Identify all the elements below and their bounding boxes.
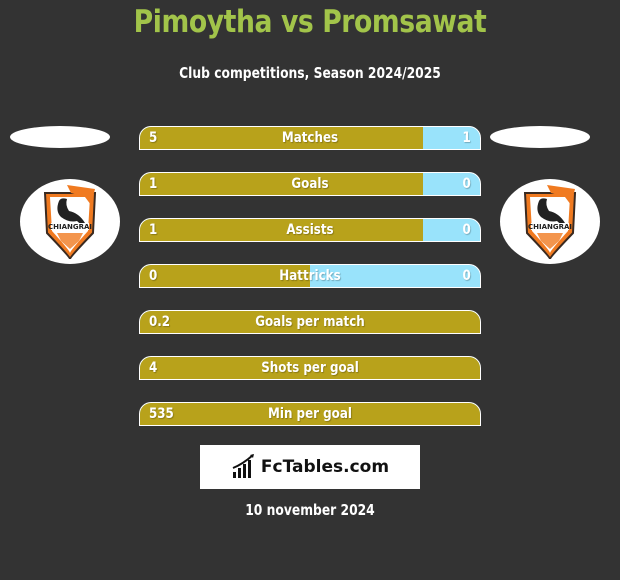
left-value: 5: [149, 130, 158, 146]
right-value: 0: [462, 176, 471, 192]
stat-label: Hattricks: [279, 268, 341, 284]
left-team-crest[interactable]: CHIANGRAI: [20, 179, 120, 264]
competition-subtitle: Club competitions, Season 2024/2025: [179, 64, 441, 82]
stat-label: Assists: [286, 222, 334, 238]
left-value: 1: [149, 176, 158, 192]
match-date: 10 november 2024: [245, 501, 375, 519]
logo-text: FcTables.com: [260, 457, 390, 477]
right-value: 0: [462, 222, 471, 238]
left-value: 1: [149, 222, 158, 238]
stat-row-matches: 5 Matches 1: [139, 126, 481, 150]
stat-label: Goals per match: [255, 314, 365, 330]
stat-label: Shots per goal: [261, 360, 359, 376]
right-value: 1: [462, 130, 471, 146]
right-team-crest[interactable]: CHIANGRAI: [500, 179, 600, 264]
stat-label: Matches: [281, 130, 339, 146]
left-value: 4: [149, 360, 158, 376]
stat-label: Goals: [291, 176, 329, 192]
left-value: 0: [149, 268, 158, 284]
stat-row-hattricks: 0 Hattricks 0: [139, 264, 481, 288]
fctables-logo[interactable]: FcTables.com: [200, 445, 420, 489]
svg-text:CHIANGRAI: CHIANGRAI: [48, 223, 92, 231]
chiangrai-crest-icon: CHIANGRAI: [523, 184, 577, 259]
stat-row-min-per-goal: 535 Min per goal: [139, 402, 481, 426]
left-team-name-placeholder: [10, 126, 110, 148]
bar-chart-icon: [232, 454, 254, 478]
stat-row-assists: 1 Assists 0: [139, 218, 481, 242]
svg-text:CHIANGRAI: CHIANGRAI: [528, 223, 572, 231]
stat-row-goals-per-match: 0.2 Goals per match: [139, 310, 481, 334]
stat-label: Min per goal: [268, 406, 352, 422]
chiangrai-crest-icon: CHIANGRAI: [43, 184, 97, 259]
right-value: 0: [462, 268, 471, 284]
stat-row-goals: 1 Goals 0: [139, 172, 481, 196]
right-team-name-placeholder: [490, 126, 590, 148]
page-title: Pimoytha vs Promsawat: [133, 4, 487, 40]
stat-row-shots-per-goal: 4 Shots per goal: [139, 356, 481, 380]
